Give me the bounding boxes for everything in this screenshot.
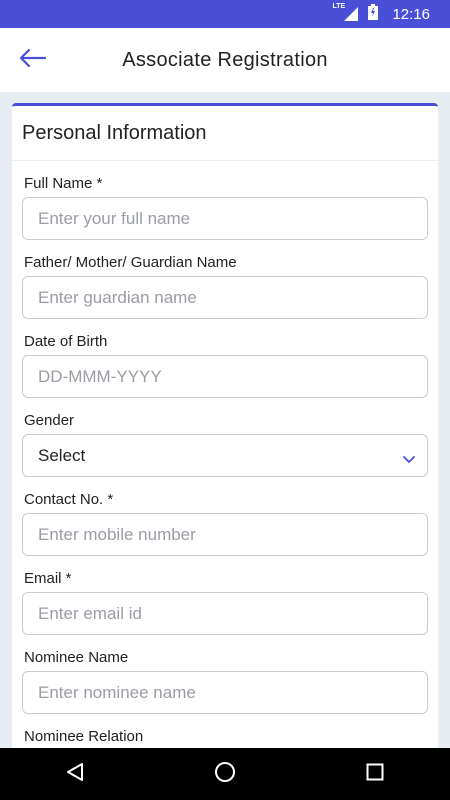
gender-select[interactable]: Select xyxy=(22,434,428,477)
signal-icon: LTE xyxy=(332,3,359,21)
nominee-name-field: Nominee Name Enter nominee name xyxy=(12,649,438,714)
clock: 12:16 xyxy=(392,5,430,23)
personal-info-card: Personal Information Full Name * Enter y… xyxy=(12,103,438,766)
page-title: Associate Registration xyxy=(122,48,328,71)
full-name-label: Full Name * xyxy=(24,175,103,192)
gender-select-value: Select xyxy=(38,445,86,465)
network-type: LTE xyxy=(332,3,346,10)
nominee-name-label: Nominee Name xyxy=(24,649,129,666)
nav-back-button[interactable] xyxy=(55,754,95,794)
triangle-back-icon xyxy=(66,762,84,787)
contact-field: Contact No. * Enter mobile number xyxy=(12,491,438,556)
full-name-input[interactable]: Enter your full name xyxy=(22,197,428,240)
nav-home-button[interactable] xyxy=(205,754,245,794)
square-recents-icon xyxy=(366,763,384,786)
email-field: Email * Enter email id xyxy=(12,570,438,635)
nominee-name-input[interactable]: Enter nominee name xyxy=(22,671,428,714)
full-name-field: Full Name * Enter your full name xyxy=(12,175,438,240)
dob-input[interactable]: DD-MMM-YYYY xyxy=(22,355,428,398)
system-nav-bar xyxy=(0,748,450,800)
guardian-name-field: Father/ Mother/ Guardian Name Enter guar… xyxy=(12,254,438,319)
email-input[interactable]: Enter email id xyxy=(22,592,428,635)
dob-label: Date of Birth xyxy=(24,333,108,350)
gender-field: Gender Select xyxy=(12,412,438,477)
battery-icon xyxy=(368,4,379,24)
nav-recents-button[interactable] xyxy=(355,754,395,794)
contact-input[interactable]: Enter mobile number xyxy=(22,513,428,556)
chevron-down-icon xyxy=(403,449,415,469)
guardian-name-input[interactable]: Enter guardian name xyxy=(22,276,428,319)
gender-label: Gender xyxy=(24,412,75,429)
contact-label: Contact No. * xyxy=(24,491,114,508)
guardian-name-label: Father/ Mother/ Guardian Name xyxy=(24,254,237,271)
status-bar: LTE 12:16 xyxy=(0,0,450,28)
circle-home-icon xyxy=(214,761,236,788)
section-title: Personal Information xyxy=(12,106,438,161)
email-label: Email * xyxy=(24,570,72,587)
dob-field: Date of Birth DD-MMM-YYYY xyxy=(12,333,438,398)
nominee-relation-label: Nominee Relation xyxy=(24,728,144,745)
app-bar: Associate Registration xyxy=(0,28,450,92)
